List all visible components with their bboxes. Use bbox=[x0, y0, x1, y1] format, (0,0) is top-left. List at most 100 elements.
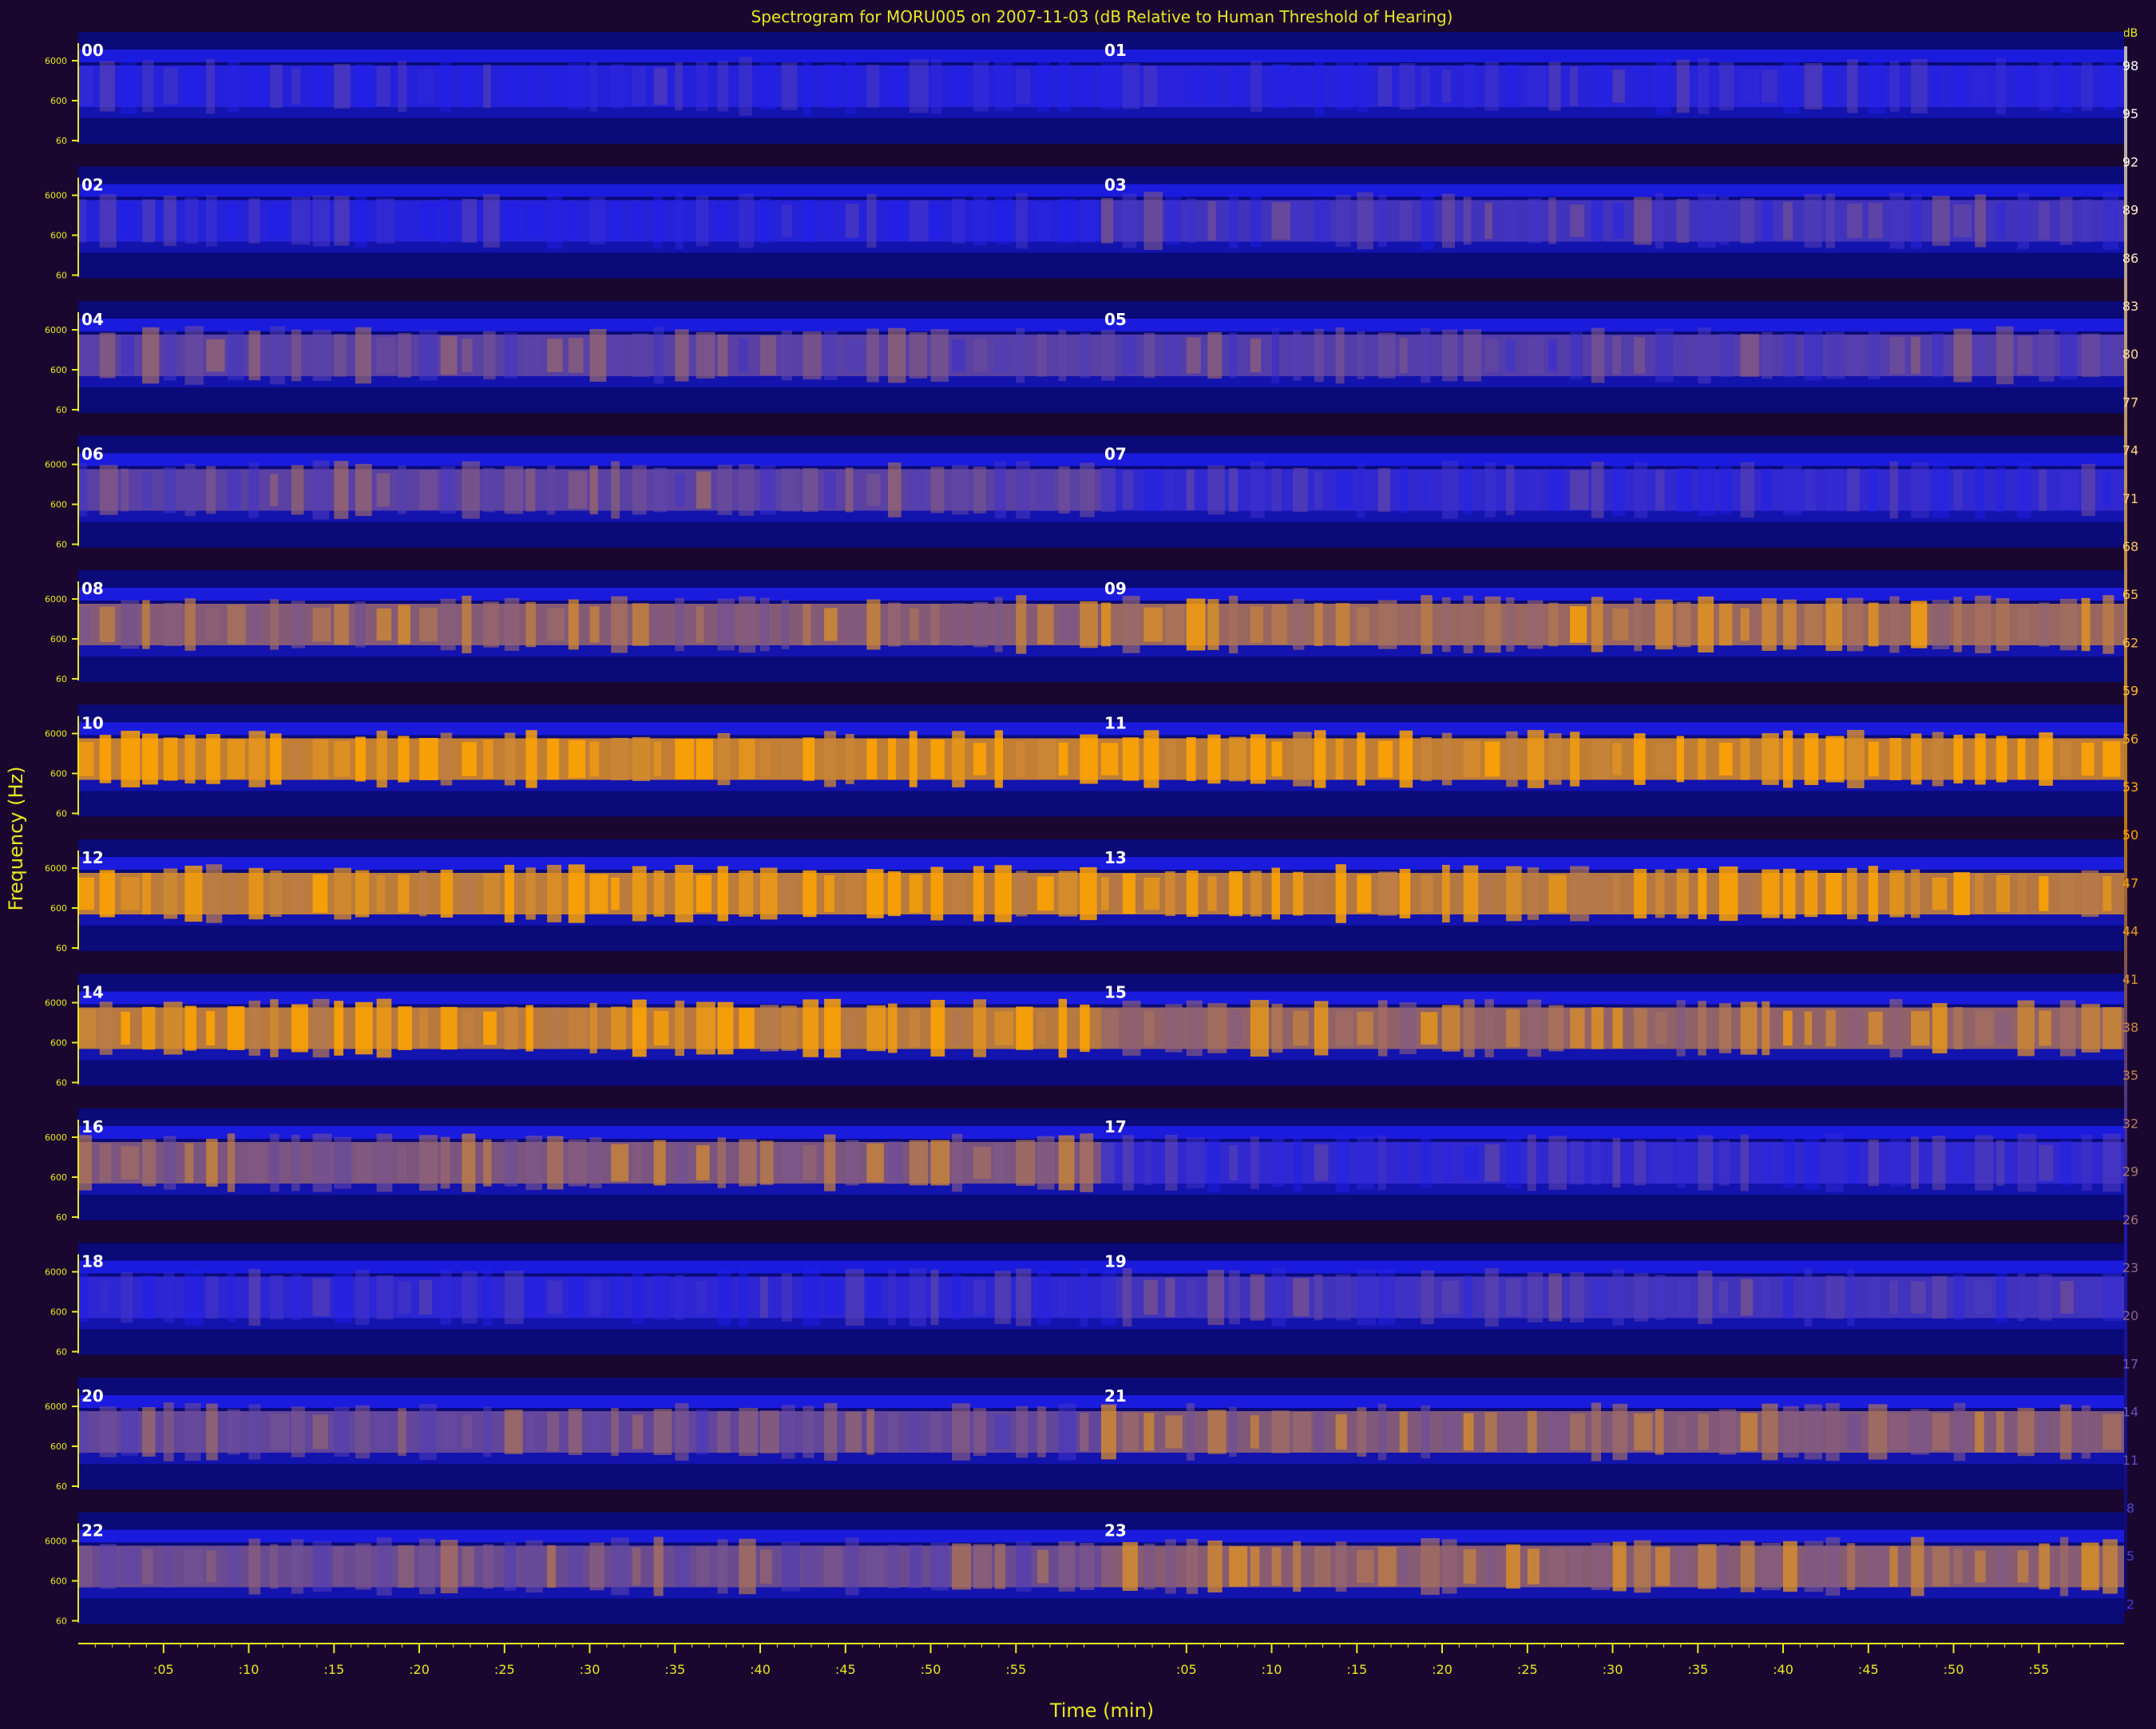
spectral-streak bbox=[1527, 1272, 1544, 1323]
spectral-streak bbox=[1250, 61, 1262, 112]
spectral-streak bbox=[121, 468, 129, 512]
spectral-streak bbox=[1953, 735, 1963, 783]
spectral-streak bbox=[1377, 1000, 1388, 1057]
spectral-streak bbox=[1421, 1405, 1430, 1459]
spectral-streak bbox=[248, 605, 263, 644]
spectral-streak bbox=[462, 1133, 476, 1192]
spectral-streak bbox=[866, 193, 877, 248]
spectral-streak bbox=[1995, 202, 2007, 240]
spectral-streak bbox=[184, 598, 196, 651]
spectral-streak bbox=[973, 339, 988, 372]
spectral-streak bbox=[1740, 1413, 1758, 1451]
spectral-streak bbox=[952, 465, 969, 515]
spectral-streak bbox=[1122, 1268, 1132, 1326]
y-tick-label: 600 bbox=[50, 1576, 67, 1587]
spectral-streak bbox=[696, 739, 714, 779]
spectral-streak bbox=[781, 330, 793, 381]
spectral-streak bbox=[1377, 1546, 1397, 1587]
spectral-streak bbox=[973, 866, 985, 922]
spectral-streak bbox=[1698, 1135, 1714, 1191]
spectral-streak bbox=[1101, 1404, 1116, 1460]
spectral-streak bbox=[803, 331, 822, 380]
spectral-streak bbox=[760, 335, 776, 375]
spectral-streak bbox=[227, 470, 241, 510]
spectral-streak bbox=[2081, 463, 2095, 517]
spectral-streak bbox=[739, 464, 755, 516]
spectral-streak bbox=[1250, 870, 1262, 917]
upper-band bbox=[78, 857, 1101, 870]
spectral-streak bbox=[525, 601, 536, 648]
spectral-streak bbox=[1825, 193, 1835, 248]
spectral-streak bbox=[1975, 1411, 1984, 1453]
spectral-streak bbox=[1399, 869, 1411, 918]
spectral-streak bbox=[1932, 462, 1949, 518]
spectral-streak bbox=[973, 466, 986, 514]
spectral-streak bbox=[419, 69, 435, 104]
spectral-streak bbox=[568, 470, 588, 509]
y-tick-label: 600 bbox=[50, 365, 67, 375]
spectral-streak bbox=[1484, 1549, 1498, 1584]
spectral-streak bbox=[1101, 198, 1113, 244]
spectral-streak bbox=[1953, 65, 1967, 107]
spectral-streak bbox=[994, 597, 1003, 652]
spectral-streak bbox=[1804, 1011, 1813, 1045]
spectral-streak bbox=[99, 1143, 112, 1183]
spectral-streak bbox=[525, 1005, 533, 1052]
spectral-streak bbox=[952, 603, 965, 646]
spectral-streak bbox=[1591, 1140, 1601, 1185]
spectral-streak bbox=[1740, 1541, 1755, 1592]
spectral-streak bbox=[142, 1549, 153, 1584]
spectral-streak bbox=[1868, 203, 1883, 239]
spectral-streak bbox=[163, 1545, 173, 1588]
spectral-streak bbox=[248, 731, 266, 787]
spectral-streak bbox=[1634, 733, 1646, 785]
hour-panel-13: 13 bbox=[1101, 848, 2124, 926]
spectral-streak bbox=[1506, 731, 1518, 787]
spectral-streak bbox=[1847, 59, 1858, 113]
spectral-streak bbox=[1718, 61, 1734, 111]
spectral-streak bbox=[1612, 335, 1621, 375]
spectral-streak bbox=[1740, 462, 1755, 518]
spectral-streak bbox=[739, 338, 748, 373]
spectral-streak bbox=[1207, 1410, 1227, 1454]
spectral-streak bbox=[952, 1274, 961, 1321]
spectral-streak bbox=[994, 1544, 1006, 1589]
spectral-streak bbox=[781, 204, 792, 237]
spectral-streak bbox=[739, 1008, 755, 1049]
colorbar-tick-label: 86 bbox=[2122, 251, 2138, 266]
spectral-streak bbox=[1377, 468, 1391, 512]
spectral-streak bbox=[1548, 1273, 1562, 1322]
spectral-streak bbox=[1718, 333, 1734, 378]
spectral-streak bbox=[1421, 473, 1430, 507]
spectral-streak bbox=[1889, 1546, 1898, 1587]
spectral-streak bbox=[1463, 465, 1472, 515]
hour-label: 02 bbox=[81, 176, 104, 195]
spectral-streak bbox=[2059, 874, 2075, 914]
spectral-streak bbox=[781, 468, 800, 512]
spectral-streak bbox=[717, 866, 728, 922]
spectral-streak bbox=[930, 866, 944, 921]
colorbar-tick-label: 47 bbox=[2122, 875, 2138, 890]
spectral-streak bbox=[1975, 873, 1984, 914]
spectral-streak bbox=[1293, 1411, 1311, 1452]
spectral-streak bbox=[1421, 595, 1433, 654]
hour-panel-16: 16 bbox=[78, 1117, 1101, 1195]
spectral-streak bbox=[589, 1002, 597, 1054]
spectral-streak bbox=[1186, 1137, 1205, 1188]
spectral-streak bbox=[1271, 468, 1282, 512]
spectral-streak bbox=[994, 730, 1003, 788]
spectral-streak bbox=[1995, 1011, 2011, 1045]
spectral-streak bbox=[653, 608, 662, 641]
spectral-streak bbox=[440, 198, 449, 243]
spectral-streak bbox=[1570, 866, 1589, 922]
spectral-streak bbox=[1889, 870, 1905, 918]
spectral-streak bbox=[1762, 733, 1779, 785]
spectral-streak bbox=[1889, 461, 1898, 519]
spectral-streak bbox=[653, 1409, 672, 1455]
hour-panel-15: 15 bbox=[1101, 983, 2124, 1061]
spectral-streak bbox=[1718, 1545, 1730, 1588]
y-tick-label: 60 bbox=[56, 674, 67, 684]
spectral-streak bbox=[611, 877, 620, 910]
spectral-streak bbox=[355, 1143, 372, 1183]
spectral-streak bbox=[440, 1270, 452, 1325]
